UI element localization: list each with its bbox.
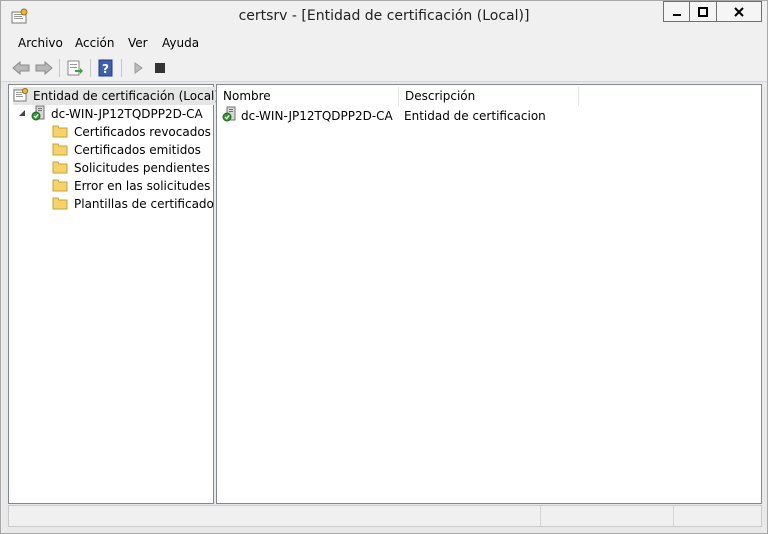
- status-separator: [673, 506, 674, 526]
- list-item-name: dc-WIN-JP12TQDPP2D-CA: [241, 109, 393, 123]
- folder-icon: [52, 142, 68, 159]
- toolbar-separator: [90, 59, 91, 77]
- result-list[interactable]: Nombre Descripción dc-WIN-JP12TQDPP2D-CA…: [216, 84, 762, 504]
- main-window: certsrv - [Entidad de certificación (Loc…: [0, 0, 768, 534]
- folder-icon: [52, 196, 68, 213]
- toolbar-separator: [121, 59, 122, 77]
- back-arrow-icon[interactable]: [11, 58, 31, 78]
- column-header-descripcion[interactable]: Descripción: [399, 87, 579, 106]
- tree-ca-label: dc-WIN-JP12TQDPP2D-CA: [51, 107, 203, 121]
- folder-icon: [52, 160, 68, 177]
- tree-folder-item[interactable]: Certificados emitidos: [52, 141, 201, 159]
- column-header-nombre[interactable]: Nombre: [217, 87, 399, 106]
- toolbar-separator: [59, 59, 60, 77]
- collapse-triangle-icon[interactable]: [17, 107, 27, 121]
- maximize-button[interactable]: [689, 1, 716, 22]
- close-icon: [734, 6, 744, 17]
- svg-text:?: ?: [102, 62, 109, 76]
- menu-archivo[interactable]: Archivo: [18, 36, 63, 50]
- toolbar: ?: [1, 54, 767, 82]
- console-tree[interactable]: Entidad de certificación (Local) dc-WIN-…: [8, 84, 223, 504]
- stop-icon[interactable]: [150, 58, 170, 78]
- tree-ca-node[interactable]: dc-WIN-JP12TQDPP2D-CA: [17, 105, 203, 123]
- ca-server-icon: [222, 106, 238, 127]
- close-button[interactable]: [716, 1, 762, 22]
- folder-icon: [52, 178, 68, 195]
- export-list-icon[interactable]: [65, 58, 85, 78]
- tree-root-node[interactable]: Entidad de certificación (Local): [13, 87, 223, 106]
- tree-folder-item[interactable]: Certificados revocados: [52, 123, 211, 141]
- play-icon[interactable]: [128, 58, 148, 78]
- title-bar[interactable]: certsrv - [Entidad de certificación (Loc…: [1, 1, 767, 32]
- maximize-icon: [698, 6, 708, 17]
- tree-root-label: Entidad de certificación (Local): [33, 89, 220, 103]
- menu-bar: Archivo Acción Ver Ayuda: [1, 32, 767, 54]
- minimize-button[interactable]: [663, 1, 689, 22]
- folder-icon: [52, 124, 68, 141]
- certification-authority-icon: [13, 87, 29, 106]
- list-item[interactable]: dc-WIN-JP12TQDPP2D-CA: [222, 106, 393, 127]
- ca-server-icon: [31, 105, 47, 124]
- tree-folder-label: Certificados emitidos: [74, 143, 201, 157]
- menu-ayuda[interactable]: Ayuda: [162, 36, 199, 50]
- tree-folder-label: Solicitudes pendientes: [74, 161, 210, 175]
- status-separator: [540, 506, 541, 526]
- help-icon[interactable]: ?: [96, 58, 116, 78]
- window-title: certsrv - [Entidad de certificación (Loc…: [238, 8, 530, 24]
- forward-arrow-icon[interactable]: [34, 58, 54, 78]
- tree-folder-label: Certificados revocados: [74, 125, 211, 139]
- minimize-icon: [672, 13, 681, 16]
- tree-folder-item[interactable]: Error en las solicitudes: [52, 177, 210, 195]
- tree-folder-item[interactable]: Solicitudes pendientes: [52, 159, 210, 177]
- tree-folder-label: Error en las solicitudes: [74, 179, 211, 193]
- menu-accion[interactable]: Acción: [75, 36, 114, 50]
- status-bar: [8, 505, 762, 527]
- tree-folder-item[interactable]: Plantillas de certificado: [52, 195, 214, 213]
- menu-ver[interactable]: Ver: [128, 36, 148, 50]
- tree-folder-label: Plantillas de certificado: [74, 197, 214, 211]
- list-item-description: Entidad de certificacion: [404, 109, 546, 123]
